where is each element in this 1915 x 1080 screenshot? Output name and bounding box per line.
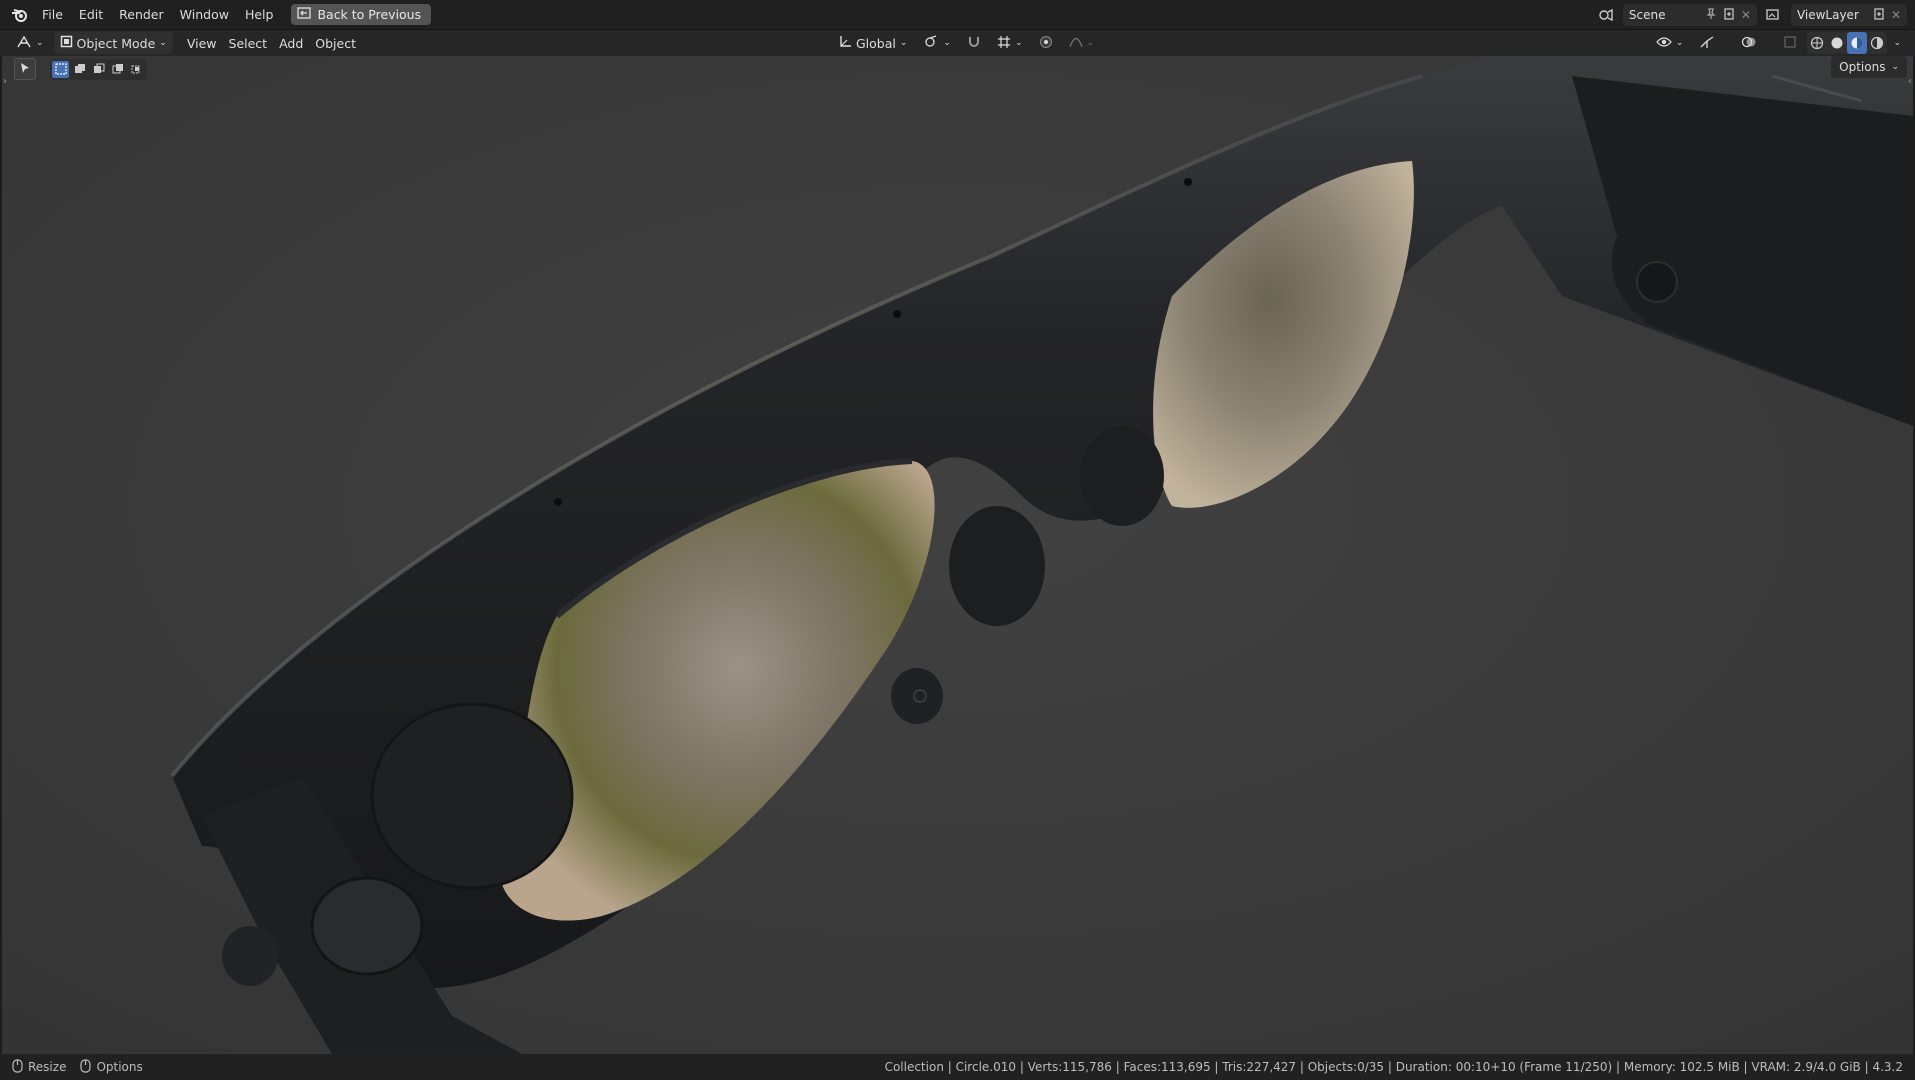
snap-grid-icon: [997, 35, 1011, 52]
cursor-arrow-icon: [19, 62, 31, 77]
orientation-label: Global: [856, 35, 896, 51]
menu-view[interactable]: View: [181, 32, 223, 54]
gizmo-icon: [1699, 35, 1715, 52]
new-view-layer-icon[interactable]: [1873, 7, 1885, 23]
pivot-point-icon: [923, 34, 939, 52]
proportional-falloff-dropdown[interactable]: ⌄: [1063, 32, 1101, 54]
select-subtract-icon[interactable]: [90, 61, 107, 78]
menu-select[interactable]: Select: [223, 32, 274, 54]
object-visibility-dropdown[interactable]: ⌄: [1650, 32, 1690, 54]
object-mode-label: Object Mode: [76, 35, 156, 51]
xray-toggle[interactable]: [1777, 32, 1803, 54]
view-layer-name: ViewLayer: [1796, 8, 1859, 22]
material-preview-shading-icon[interactable]: [1847, 32, 1868, 54]
gizmo-toggle[interactable]: [1693, 32, 1721, 54]
proportional-edit-icon: [1039, 35, 1053, 52]
delete-view-layer-icon[interactable]: ✕: [1891, 8, 1901, 22]
chevron-down-icon: ⌄: [1014, 38, 1023, 48]
status-hint-label: Resize: [28, 1060, 67, 1074]
sidebar-expand-arrow-icon[interactable]: ‹: [1908, 76, 1912, 87]
status-bar: Resize Options Collection | Circle.010 |…: [0, 1054, 1915, 1080]
3d-viewport[interactable]: Options ⌄ › ‹: [2, 56, 1913, 1054]
chevron-down-icon: ⌄: [1891, 62, 1899, 72]
status-hint-label: Options: [96, 1060, 143, 1074]
xray-icon: [1783, 35, 1797, 52]
rendered-shading-icon[interactable]: [1867, 32, 1887, 54]
viewport-header: ⌄ Object Mode ⌄ View Select Add Object G…: [0, 30, 1915, 56]
wireframe-shading-icon[interactable]: [1807, 32, 1827, 54]
menu-file[interactable]: File: [34, 4, 71, 26]
menu-edit[interactable]: Edit: [71, 4, 111, 26]
menu-object[interactable]: Object: [309, 32, 362, 54]
mouse-icon: [80, 1058, 92, 1076]
select-new-icon[interactable]: [52, 60, 69, 78]
overlays-icon: [1741, 35, 1757, 52]
view-layer-selector[interactable]: ViewLayer ✕: [1790, 4, 1907, 26]
delete-scene-icon[interactable]: ✕: [1741, 8, 1751, 22]
chevron-down-icon: ⌄: [1893, 38, 1901, 48]
menu-window[interactable]: Window: [172, 4, 237, 26]
glasses-render: [2, 56, 1913, 1054]
scene-statistics: Collection | Circle.010 | Verts:115,786 …: [884, 1060, 1903, 1074]
menu-help[interactable]: Help: [237, 4, 282, 26]
blender-logo-icon[interactable]: [6, 0, 34, 30]
magnet-icon: [967, 35, 981, 52]
scene-selector[interactable]: Scene ✕: [1622, 4, 1757, 26]
chevron-down-icon: ⌄: [36, 38, 44, 48]
shading-options-dropdown[interactable]: ⌄: [1891, 32, 1903, 54]
shading-mode-group: [1807, 32, 1888, 54]
viewport-editor-icon: [16, 35, 32, 52]
select-extend-icon[interactable]: [71, 61, 88, 78]
select-tool-button[interactable]: [14, 58, 36, 80]
snap-target-dropdown[interactable]: ⌄: [991, 32, 1029, 54]
scene-name: Scene: [1628, 8, 1666, 22]
select-intersect-icon[interactable]: [128, 61, 145, 78]
chevron-down-icon: ⌄: [943, 38, 951, 48]
pin-icon[interactable]: [1705, 7, 1717, 23]
selection-mode-group: [50, 58, 147, 80]
menu-render[interactable]: Render: [111, 4, 172, 26]
chevron-down-icon: ⌄: [1675, 38, 1684, 48]
chevron-down-icon: ⌄: [899, 38, 908, 48]
status-hint-resize: Resize: [12, 1058, 67, 1076]
object-mode-dropdown[interactable]: Object Mode ⌄: [53, 32, 173, 54]
viewport-options-dropdown[interactable]: Options ⌄: [1831, 56, 1907, 78]
new-scene-icon[interactable]: [1723, 7, 1735, 23]
toolbar-expand-arrow-icon[interactable]: ›: [3, 76, 7, 87]
object-mode-icon: [60, 35, 73, 51]
overlays-toggle[interactable]: [1735, 32, 1763, 54]
select-invert-icon[interactable]: [109, 61, 126, 78]
options-label: Options: [1839, 60, 1886, 74]
eye-icon: [1656, 36, 1672, 51]
pivot-point-dropdown[interactable]: ⌄: [917, 32, 957, 54]
transform-orientation-dropdown[interactable]: Global ⌄: [832, 32, 913, 54]
chevron-down-icon: ⌄: [159, 38, 167, 48]
scene-browse-icon[interactable]: [1595, 4, 1617, 26]
menu-add[interactable]: Add: [273, 32, 309, 54]
solid-shading-icon[interactable]: [1827, 32, 1847, 54]
status-hint-options: Options: [80, 1058, 143, 1076]
falloff-curve-icon: [1068, 36, 1083, 51]
mouse-icon: [12, 1058, 23, 1076]
screen-back-icon: [297, 7, 312, 22]
back-to-previous-label: Back to Previous: [317, 7, 422, 22]
editor-type-button[interactable]: ⌄: [10, 32, 50, 54]
top-menu-bar: File Edit Render Window Help Back to Pre…: [0, 0, 1915, 30]
snap-toggle[interactable]: [961, 32, 987, 54]
orientation-axis-icon: [838, 35, 852, 52]
view-layer-browse-icon[interactable]: [1763, 4, 1785, 26]
back-to-previous-button[interactable]: Back to Previous: [291, 4, 432, 25]
proportional-edit-toggle[interactable]: [1033, 32, 1059, 54]
chevron-down-icon: ⌄: [1086, 38, 1095, 48]
viewport-tool-row: [14, 58, 147, 80]
